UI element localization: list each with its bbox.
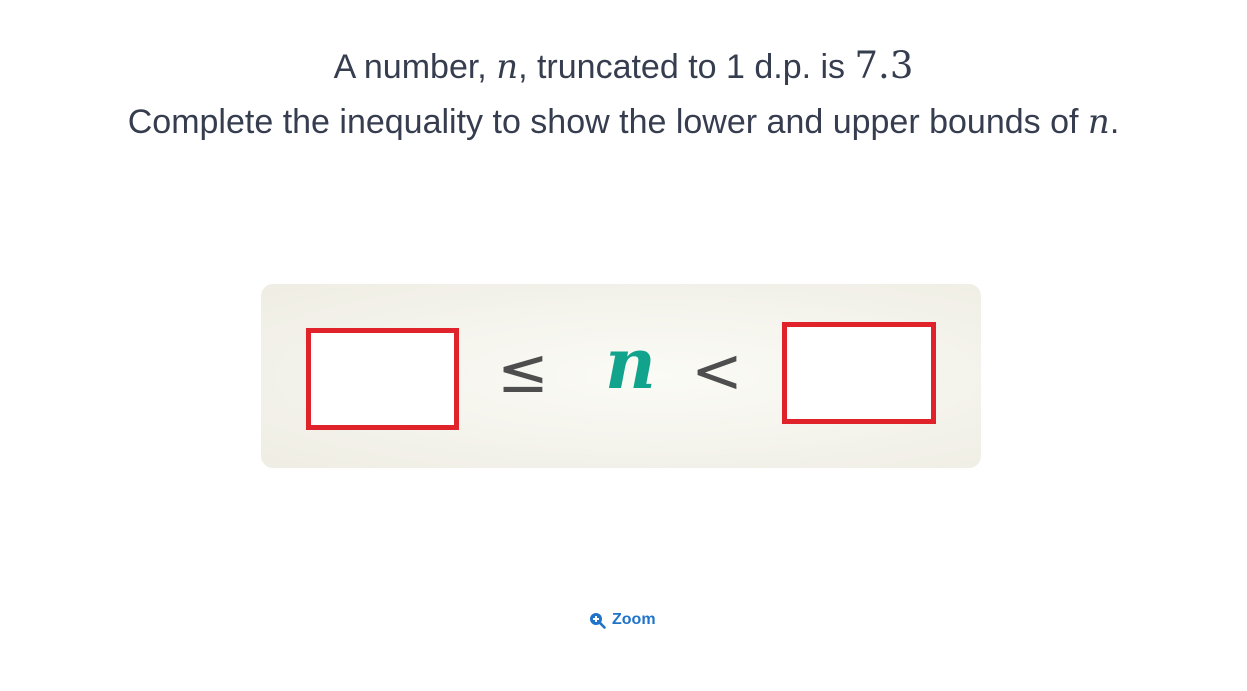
zoom-in-icon bbox=[589, 612, 606, 629]
upper-bound-input[interactable] bbox=[782, 322, 936, 424]
zoom-label: Zoom bbox=[612, 611, 656, 628]
less-than-or-equal-symbol: ≤ bbox=[497, 334, 549, 407]
variable-n: n bbox=[496, 47, 519, 87]
question-text: Complete the inequality to show the lowe… bbox=[127, 103, 1088, 141]
less-than-symbol: < bbox=[691, 334, 743, 407]
lower-bound-input[interactable] bbox=[306, 328, 459, 430]
question-text: A number, bbox=[333, 48, 497, 86]
inequality-card: ≤ n < bbox=[261, 284, 981, 468]
zoom-button[interactable]: Zoom bbox=[589, 611, 656, 629]
variable-n: n bbox=[605, 322, 656, 405]
question-line-2: Complete the inequality to show the lowe… bbox=[0, 102, 1247, 142]
question-text: , truncated to 1 d.p. is bbox=[518, 48, 855, 86]
truncated-value: 7.3 bbox=[854, 44, 914, 87]
question-line-1: A number, n, truncated to 1 d.p. is 7.3 bbox=[0, 44, 1247, 88]
question-text: . bbox=[1109, 103, 1120, 141]
variable-n: n bbox=[1087, 102, 1110, 142]
